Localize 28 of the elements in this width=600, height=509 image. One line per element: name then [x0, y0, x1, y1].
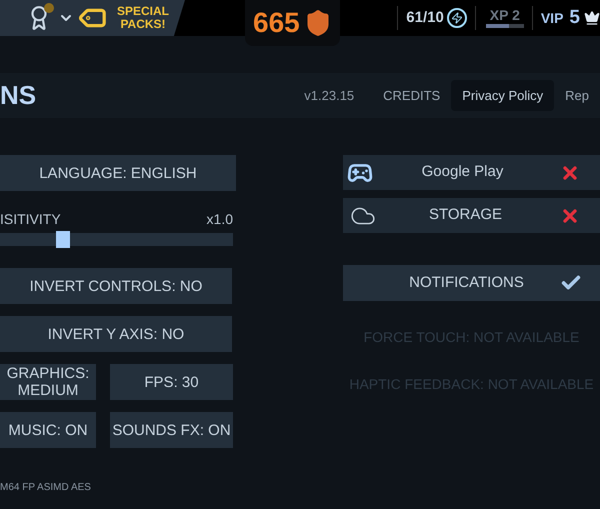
account-button[interactable]: STORAGE [343, 198, 600, 233]
slider-reading: x1.0 [206, 210, 233, 229]
setting-button[interactable]: INVERT Y AXIS: NO [0, 316, 232, 352]
header-link[interactable]: Privacy Policy [451, 80, 554, 112]
account-button[interactable]: Google Play [343, 155, 600, 190]
version-label: v1.23.15 [304, 86, 354, 105]
header-link[interactable]: CREDITS [372, 80, 452, 112]
header-link[interactable]: Rep [554, 80, 600, 112]
slider-thumb[interactable] [56, 231, 70, 248]
notifications-button[interactable]: NOTIFICATIONS [343, 265, 600, 301]
energy-count: 61/10 [406, 8, 444, 28]
page-title: NS [0, 79, 36, 112]
vip-label: VIP [540, 8, 564, 28]
currency-amount: 665 [253, 6, 300, 40]
setting-button[interactable]: GRAPHICS: MEDIUM [0, 364, 96, 400]
setting-button[interactable]: FPS: 30 [110, 364, 233, 400]
slider-track[interactable] [0, 233, 233, 246]
promo-label[interactable]: SPECIAL PACKS! [114, 5, 172, 31]
footer-text: M64 FP ASIMD AES [0, 481, 92, 495]
vip-level: 5 [569, 6, 580, 30]
xp-label: XP 2 [490, 8, 520, 23]
crown-icon [584, 10, 600, 26]
lightning-icon [446, 8, 467, 28]
setting-button[interactable]: MUSIC: ON [0, 412, 96, 448]
setting-button[interactable]: SOUNDS FX: ON [110, 412, 233, 448]
setting-button[interactable]: LANGUAGE: ENGLISH [0, 155, 236, 191]
setting-button[interactable]: INVERT CONTROLS: NO [0, 268, 232, 304]
slider-label: ISITIVITY [0, 210, 61, 229]
